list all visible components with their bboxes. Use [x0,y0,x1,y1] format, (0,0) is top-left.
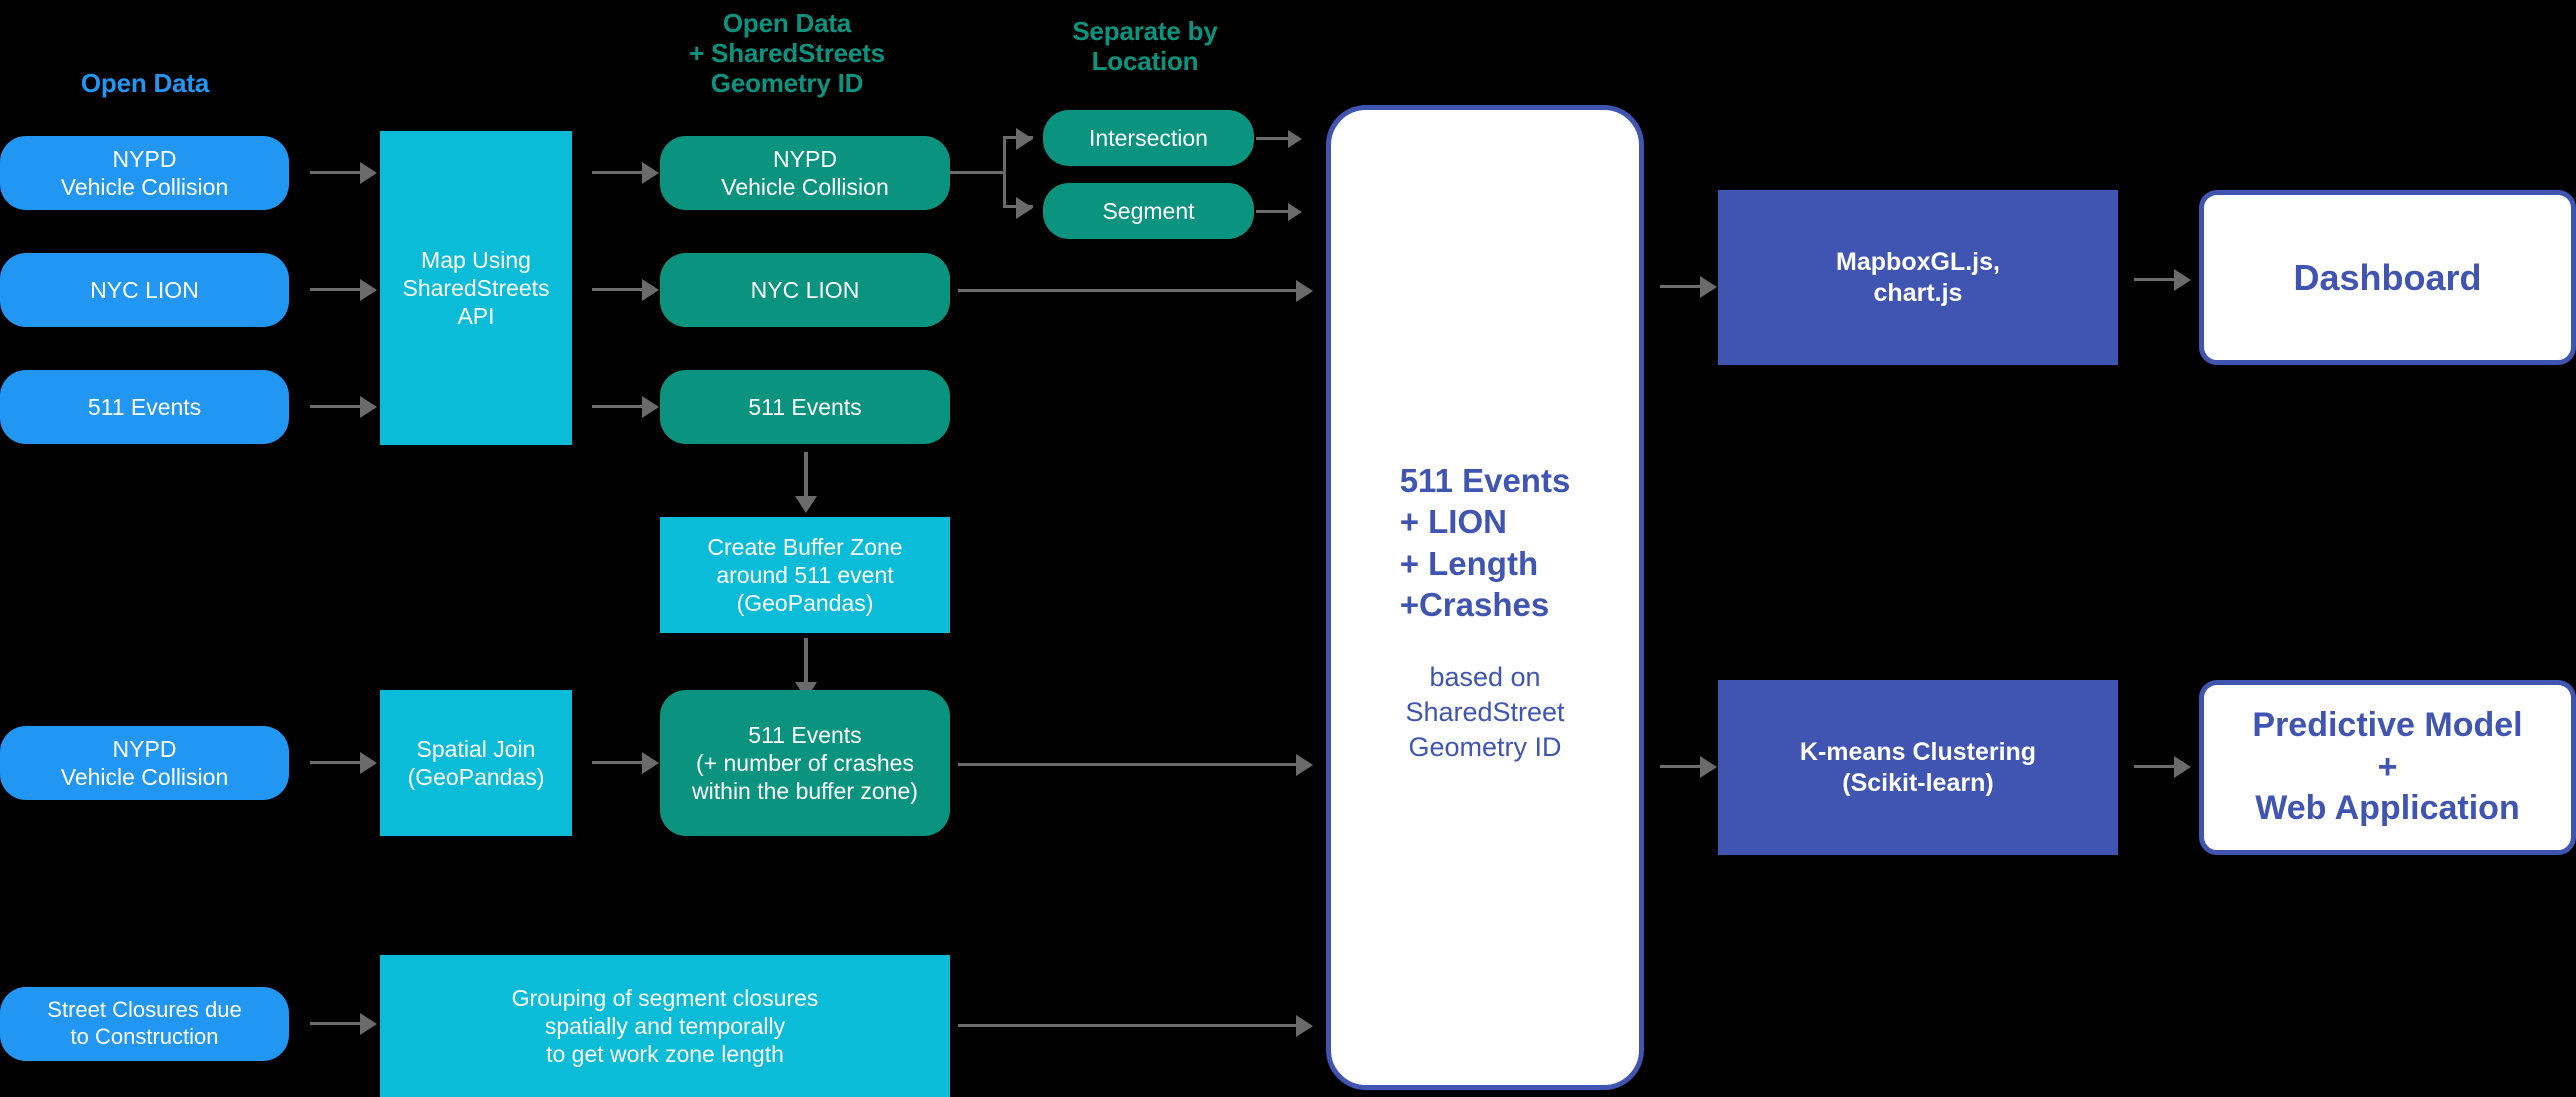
connector-line [804,638,808,686]
output-dashboard[interactable]: Dashboard [2199,190,2576,365]
arrow-head-icon [1016,128,1033,150]
process-create-buffer-zone[interactable]: Create Buffer Zone around 511 event (Geo… [660,517,950,633]
process-spatial-join[interactable]: Spatial Join (GeoPandas) [380,690,572,836]
heading-separate-by-location: Separate by Location [1072,16,1218,77]
connector-line [310,171,362,174]
arrow-head-icon [360,396,377,418]
connector-line [958,763,1303,766]
arrow-head-icon [642,162,659,184]
heading-open-data-sharedstreets: Open Data + SharedStreets Geometry ID [689,8,885,99]
mapped-nypd-vehicle-collision[interactable]: NYPD Vehicle Collision [660,136,950,210]
arrow-head-icon [1700,276,1717,298]
connector-line [958,1024,1303,1027]
arrow-head-icon [1016,197,1033,219]
connector-line [592,288,644,291]
arrow-head-icon [795,496,817,513]
node-segment[interactable]: Segment [1043,183,1254,239]
arrow-head-icon [2174,269,2191,291]
arrow-head-icon [360,162,377,184]
arrow-head-icon [360,279,377,301]
connector-line [592,405,644,408]
source-nypd-vehicle-collision-1[interactable]: NYPD Vehicle Collision [0,136,289,210]
source-nypd-vehicle-collision-2[interactable]: NYPD Vehicle Collision [0,726,289,800]
connector-line [958,289,1303,292]
connector-line [1003,137,1006,208]
arrow-head-icon [1288,130,1302,148]
arrow-head-icon [1288,203,1302,221]
connector-line [592,761,644,764]
arrow-head-icon [642,279,659,301]
pipeline-diagram: Open Data Open Data + SharedStreets Geom… [0,0,2576,1097]
node-intersection[interactable]: Intersection [1043,110,1254,166]
connector-line [804,452,808,500]
arrow-head-icon [1700,756,1717,778]
aggregate-combined-dataset[interactable]: 511 Events + LION + Length +Crashes base… [1326,105,1644,1090]
arrow-head-icon [1296,754,1313,776]
mapped-nyc-lion[interactable]: NYC LION [660,253,950,327]
connector-line [310,405,362,408]
aggregate-title: 511 Events + LION + Length +Crashes [1399,461,1571,624]
arrow-head-icon [642,396,659,418]
connector-line [310,1022,362,1025]
tool-kmeans-clustering[interactable]: K-means Clustering (Scikit-learn) [1718,680,2118,855]
connector-line [592,171,644,174]
source-nyc-lion[interactable]: NYC LION [0,253,289,327]
mapped-511-events[interactable]: 511 Events [660,370,950,444]
connector-line [310,288,362,291]
arrow-head-icon [642,752,659,774]
mapped-511-events-with-crashes[interactable]: 511 Events (+ number of crashes within t… [660,690,950,836]
heading-open-data: Open Data [80,68,210,98]
arrow-head-icon [2174,756,2191,778]
aggregate-subtitle: based on SharedStreet Geometry ID [1405,661,1565,762]
arrow-head-icon [360,1013,377,1035]
process-grouping-segment-closures[interactable]: Grouping of segment closures spatially a… [380,955,950,1097]
connector-line [310,761,362,764]
arrow-head-icon [1296,1015,1313,1037]
connector-line [950,171,1005,174]
arrow-head-icon [360,752,377,774]
output-predictive-model-web-application[interactable]: Predictive Model + Web Application [2199,680,2576,855]
tool-mapboxgl-chartjs[interactable]: MapboxGL.js, chart.js [1718,190,2118,365]
source-street-closures[interactable]: Street Closures due to Construction [0,987,289,1061]
source-511-events[interactable]: 511 Events [0,370,289,444]
arrow-head-icon [1296,280,1313,302]
process-map-using-sharedstreets[interactable]: Map Using SharedStreets API [380,131,572,445]
